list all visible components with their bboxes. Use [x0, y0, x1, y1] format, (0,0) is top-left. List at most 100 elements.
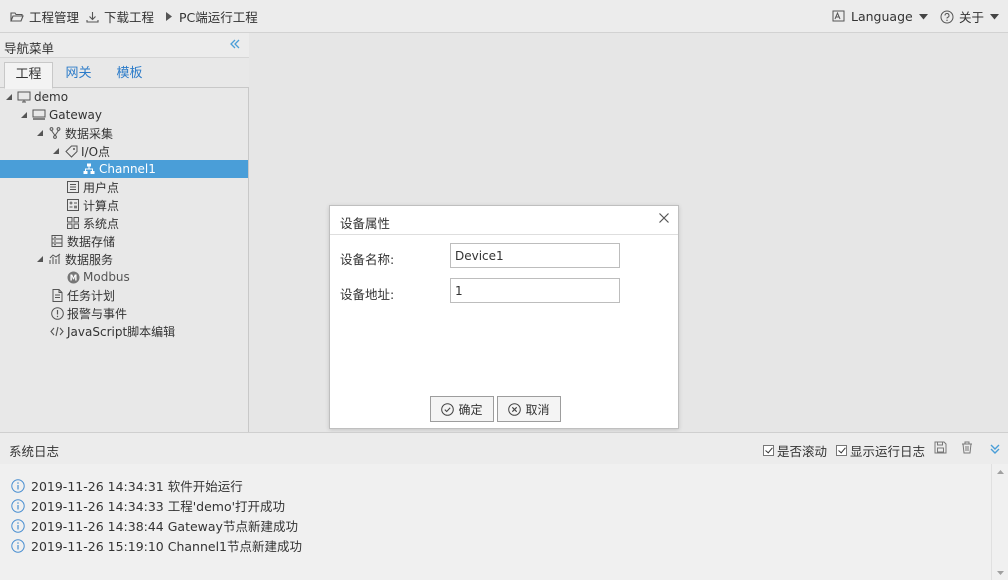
- grid-icon: [66, 216, 80, 230]
- device-name-label: 设备名称:: [340, 252, 395, 267]
- tree-label-user-points: 用户点: [83, 180, 120, 195]
- project-manage-label: 工程管理: [29, 10, 80, 25]
- expand-arrow-icon[interactable]: [52, 147, 60, 155]
- tab-template[interactable]: 模板: [105, 62, 154, 88]
- about-label: 关于: [959, 10, 985, 25]
- tree-node-io-points[interactable]: I/O点: [0, 142, 248, 160]
- info-icon: [11, 518, 25, 533]
- play-icon: [166, 12, 172, 21]
- tree-node-gateway[interactable]: Gateway: [0, 106, 248, 124]
- cancel-label: 取消: [525, 402, 550, 417]
- branch-icon: [48, 126, 62, 140]
- tab-project[interactable]: 工程: [4, 62, 53, 89]
- tree-label-data-storage: 数据存储: [67, 234, 116, 249]
- checkbox-checked-icon: [836, 445, 847, 456]
- folder-open-icon: [10, 11, 24, 22]
- scroll-up-icon[interactable]: [992, 466, 1008, 478]
- close-icon[interactable]: [658, 212, 670, 224]
- run-pc-button[interactable]: PC端运行工程: [165, 0, 258, 33]
- auto-scroll-label: 是否滚动: [777, 444, 828, 459]
- device-name-input[interactable]: [450, 243, 620, 268]
- download-icon: [86, 11, 99, 23]
- tree-label-channel1: Channel1: [99, 162, 156, 176]
- ok-label: 确定: [458, 402, 483, 417]
- tag-icon: [64, 144, 78, 158]
- top-toolbar: 工程管理 下载工程 PC端运行工程 Language 关于: [0, 0, 1008, 33]
- file-icon: [50, 288, 64, 302]
- language-dropdown[interactable]: Language: [832, 0, 928, 33]
- log-scrollbar[interactable]: [991, 464, 1008, 580]
- log-text: 2019-11-26 15:19:10 Channel1节点新建成功: [31, 539, 303, 554]
- chart-icon: [48, 252, 62, 266]
- tree-node-user-points[interactable]: 用户点: [0, 178, 248, 196]
- gateway-icon: [32, 108, 46, 122]
- caret-down-icon: [990, 13, 1000, 19]
- about-dropdown[interactable]: 关于: [940, 0, 1000, 33]
- checkbox-checked-icon: [763, 445, 774, 456]
- calculator-icon: [66, 198, 80, 212]
- tree-node-js-edit[interactable]: JavaScript脚本编辑: [0, 322, 248, 340]
- trash-icon[interactable]: [961, 441, 973, 454]
- tree-node-channel1[interactable]: Channel1: [0, 160, 248, 178]
- help-circle-icon: [940, 10, 954, 23]
- tree-node-sys-points[interactable]: 系统点: [0, 214, 248, 232]
- tree-node-calc-points[interactable]: 计算点: [0, 196, 248, 214]
- tree-node-alarm-event[interactable]: 报警与事件: [0, 304, 248, 322]
- tree-label-data-collect: 数据采集: [65, 126, 114, 141]
- expand-arrow-icon[interactable]: [20, 111, 28, 119]
- log-text: 2019-11-26 14:34:33 工程'demo'打开成功: [31, 499, 286, 514]
- device-address-label: 设备地址:: [340, 287, 395, 302]
- system-log-panel: 系统日志 是否滚动 显示运行日志 2019-11-26 14:34:31 软件开…: [0, 432, 1008, 580]
- x-circle-icon: [508, 402, 522, 416]
- tree-label-demo: demo: [34, 90, 69, 104]
- cancel-button[interactable]: 取消: [497, 396, 561, 422]
- database-icon: [50, 234, 64, 248]
- navigation-panel: 导航菜单 工程 网关 模板 demo Gateway 数据采集 I/O点 Cha…: [0, 33, 249, 432]
- tree-node-data-service[interactable]: 数据服务: [0, 250, 248, 268]
- ok-button[interactable]: 确定: [430, 396, 494, 422]
- project-manage-button[interactable]: 工程管理: [10, 0, 79, 33]
- list-icon: [66, 180, 80, 194]
- save-icon[interactable]: [934, 441, 947, 454]
- tree-node-modbus[interactable]: M Modbus: [0, 268, 248, 286]
- tree-label-data-service: 数据服务: [65, 252, 114, 267]
- log-list: 2019-11-26 14:34:31 软件开始运行 2019-11-26 14…: [0, 464, 991, 580]
- log-header: 系统日志 是否滚动 显示运行日志: [0, 433, 1008, 463]
- tree-node-data-collect[interactable]: 数据采集: [0, 124, 248, 142]
- show-run-log-checkbox[interactable]: 显示运行日志: [836, 441, 925, 460]
- tab-gateway[interactable]: 网关: [54, 62, 103, 88]
- code-icon: [50, 324, 64, 338]
- info-icon: [11, 478, 25, 493]
- download-project-button[interactable]: 下载工程: [86, 0, 154, 33]
- modbus-icon: M: [66, 270, 80, 284]
- expand-arrow-icon[interactable]: [36, 255, 44, 263]
- tree-label-io-points: I/O点: [81, 144, 111, 159]
- caret-down-icon: [918, 13, 928, 19]
- info-icon: [11, 498, 25, 513]
- check-circle-icon: [441, 402, 455, 416]
- log-entry: 2019-11-26 14:38:44 Gateway节点新建成功: [11, 516, 298, 535]
- scroll-down-icon[interactable]: [992, 567, 1008, 579]
- nav-header: 导航菜单: [0, 33, 249, 58]
- device-properties-dialog: 设备属性 设备名称: 设备地址: 确定 取消: [329, 205, 679, 429]
- log-title: 系统日志: [9, 444, 60, 459]
- language-icon: [832, 10, 845, 22]
- tree-node-task-plan[interactable]: 任务计划: [0, 286, 248, 304]
- monitor-icon: [17, 90, 31, 104]
- auto-scroll-checkbox[interactable]: 是否滚动: [763, 441, 827, 460]
- tree-label-js-edit: JavaScript脚本编辑: [67, 324, 176, 339]
- log-text: 2019-11-26 14:34:31 软件开始运行: [31, 479, 243, 494]
- show-run-log-label: 显示运行日志: [850, 444, 926, 459]
- device-address-input[interactable]: [450, 278, 620, 303]
- tree-node-demo[interactable]: demo: [0, 88, 248, 106]
- download-project-label: 下载工程: [104, 10, 155, 25]
- tree-label-alarm-event: 报警与事件: [67, 306, 128, 321]
- log-entry: 2019-11-26 14:34:33 工程'demo'打开成功: [11, 496, 285, 515]
- tree-node-data-storage[interactable]: 数据存储: [0, 232, 248, 250]
- language-label: Language: [851, 9, 913, 24]
- expand-arrow-icon[interactable]: [36, 129, 44, 137]
- double-chevron-left-icon[interactable]: [229, 38, 241, 50]
- double-chevron-down-icon[interactable]: [989, 443, 1001, 455]
- expand-arrow-icon[interactable]: [5, 93, 13, 101]
- info-icon: [11, 538, 25, 553]
